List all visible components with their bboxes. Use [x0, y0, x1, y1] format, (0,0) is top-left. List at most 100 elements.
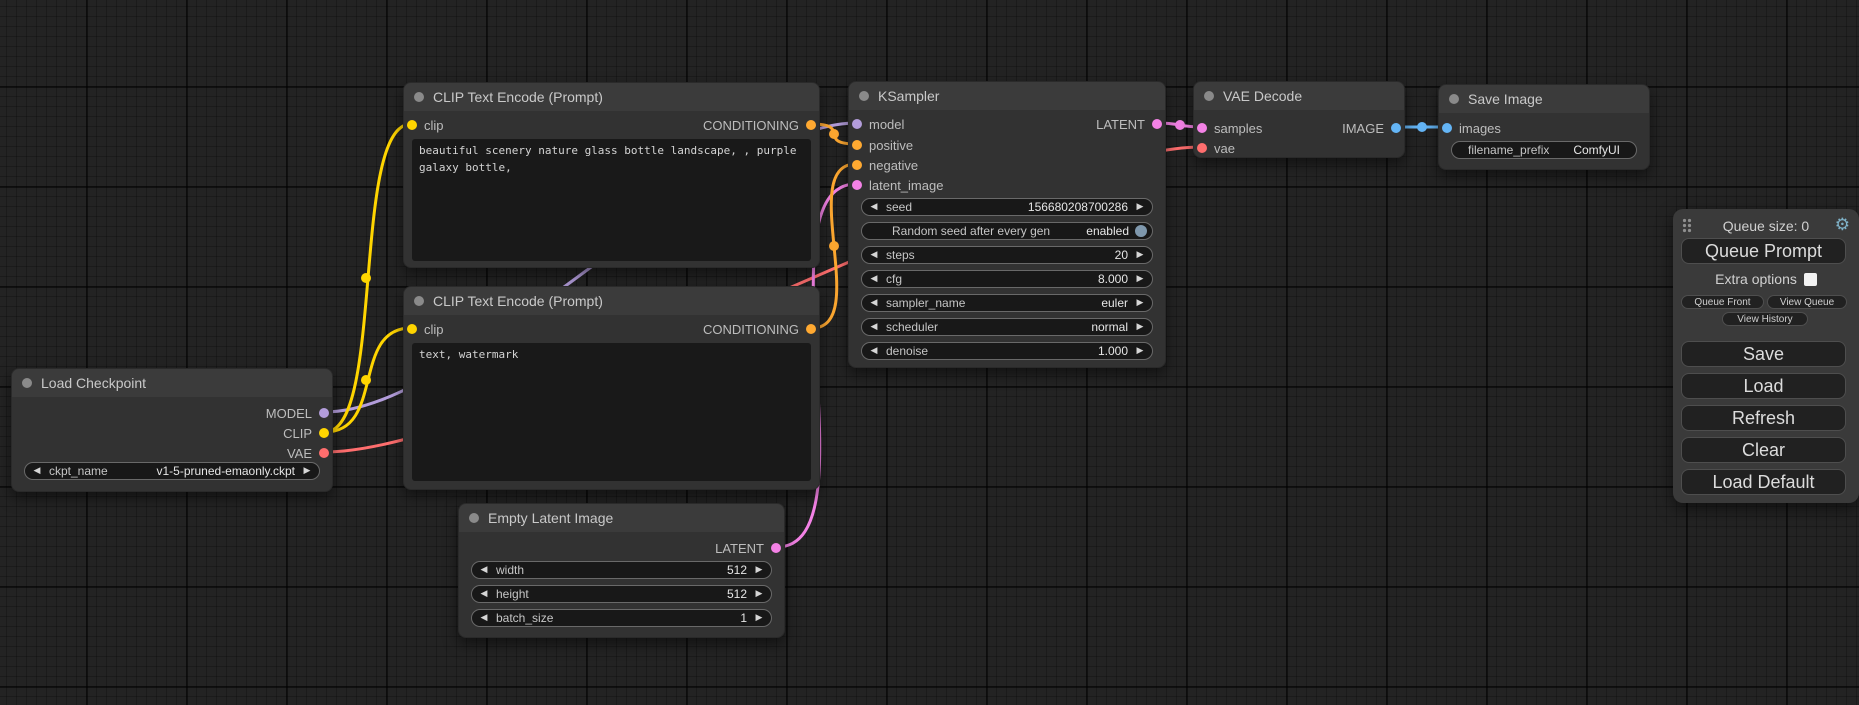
increment-arrow-icon[interactable]: ▶	[747, 562, 771, 578]
widget-label: Random seed after every gen	[892, 224, 1086, 238]
clear-button[interactable]: Clear	[1681, 437, 1846, 463]
decrement-arrow-icon[interactable]: ◀	[472, 586, 496, 602]
node-title-bar[interactable]: Load Checkpoint	[12, 369, 332, 397]
decrement-arrow-icon[interactable]: ◀	[862, 343, 886, 359]
steps-widget[interactable]: ◀ steps 20 ▶	[861, 246, 1153, 264]
queue-prompt-button[interactable]: Queue Prompt	[1681, 238, 1846, 264]
widget-value: 156680208700286	[1028, 200, 1128, 214]
queue-front-button[interactable]: Queue Front	[1681, 295, 1764, 309]
collapse-dot-icon[interactable]	[1449, 94, 1459, 104]
node-ksampler[interactable]: KSampler model positive negative latent_…	[848, 81, 1166, 368]
decrement-arrow-icon[interactable]: ◀	[862, 295, 886, 311]
port-dot-conditioning[interactable]	[852, 160, 862, 170]
node-title-bar[interactable]: Empty Latent Image	[459, 504, 784, 532]
collapse-dot-icon[interactable]	[22, 378, 32, 388]
decrement-arrow-icon[interactable]: ◀	[25, 463, 49, 479]
port-dot-image[interactable]	[1442, 123, 1452, 133]
increment-arrow-icon[interactable]: ▶	[1128, 247, 1152, 263]
node-canvas[interactable]: Load Checkpoint MODEL CLIP VAE ◀ ckpt_na…	[0, 0, 1859, 705]
scheduler-widget[interactable]: ◀ scheduler normal ▶	[861, 318, 1153, 336]
node-title-bar[interactable]: Save Image	[1439, 85, 1649, 113]
widget-label: steps	[886, 248, 1115, 262]
node-load-checkpoint[interactable]: Load Checkpoint MODEL CLIP VAE ◀ ckpt_na…	[11, 368, 333, 492]
decrement-arrow-icon[interactable]: ◀	[472, 610, 496, 626]
collapse-dot-icon[interactable]	[469, 513, 479, 523]
load-default-button[interactable]: Load Default	[1681, 469, 1846, 495]
increment-arrow-icon[interactable]: ▶	[1128, 295, 1152, 311]
port-dot-vae[interactable]	[319, 448, 329, 458]
decrement-arrow-icon[interactable]: ◀	[472, 562, 496, 578]
port-dot-vae[interactable]	[1197, 143, 1207, 153]
link-dot	[361, 375, 371, 385]
node-title-bar[interactable]: KSampler	[849, 82, 1165, 110]
widget-value: 8.000	[1098, 272, 1128, 286]
port-dot-conditioning[interactable]	[806, 324, 816, 334]
port-dot-latent[interactable]	[1197, 123, 1207, 133]
increment-arrow-icon[interactable]: ▶	[1128, 199, 1152, 215]
queue-size-label: Queue size: 0	[1673, 217, 1859, 235]
widget-value: normal	[1091, 320, 1128, 334]
width-widget[interactable]: ◀ width 512 ▶	[471, 561, 772, 579]
port-dot-image[interactable]	[1391, 123, 1401, 133]
increment-arrow-icon[interactable]: ▶	[1128, 271, 1152, 287]
collapse-dot-icon[interactable]	[859, 91, 869, 101]
port-dot-conditioning[interactable]	[806, 120, 816, 130]
height-widget[interactable]: ◀ height 512 ▶	[471, 585, 772, 603]
seed-widget[interactable]: ◀ seed 156680208700286 ▶	[861, 198, 1153, 216]
port-dot-latent[interactable]	[1152, 119, 1162, 129]
positive-prompt-textarea[interactable]: beautiful scenery nature glass bottle la…	[412, 139, 811, 261]
node-vae-decode[interactable]: VAE Decode samples vae IMAGE	[1193, 81, 1405, 158]
increment-arrow-icon[interactable]: ▶	[747, 610, 771, 626]
port-dot-latent[interactable]	[852, 180, 862, 190]
node-clip-text-encode-negative[interactable]: CLIP Text Encode (Prompt) clip CONDITION…	[403, 286, 820, 490]
collapse-dot-icon[interactable]	[414, 92, 424, 102]
refresh-button[interactable]: Refresh	[1681, 405, 1846, 431]
decrement-arrow-icon[interactable]: ◀	[862, 199, 886, 215]
link-dot	[1417, 122, 1427, 132]
filename-prefix-widget[interactable]: filename_prefix ComfyUI	[1451, 141, 1637, 159]
collapse-dot-icon[interactable]	[414, 296, 424, 306]
port-label: positive	[869, 138, 913, 153]
widget-label: filename_prefix	[1468, 143, 1573, 157]
increment-arrow-icon[interactable]: ▶	[747, 586, 771, 602]
node-clip-text-encode-positive[interactable]: CLIP Text Encode (Prompt) clip CONDITION…	[403, 82, 820, 268]
increment-arrow-icon[interactable]: ▶	[1128, 319, 1152, 335]
widget-value: euler	[1101, 296, 1128, 310]
input-positive: positive	[852, 135, 913, 155]
node-title-bar[interactable]: VAE Decode	[1194, 82, 1404, 110]
save-button[interactable]: Save	[1681, 341, 1846, 367]
port-dot-clip[interactable]	[407, 120, 417, 130]
load-button[interactable]: Load	[1681, 373, 1846, 399]
view-history-button[interactable]: View History	[1722, 312, 1808, 326]
collapse-dot-icon[interactable]	[1204, 91, 1214, 101]
port-dot-model[interactable]	[852, 119, 862, 129]
port-dot-model[interactable]	[319, 408, 329, 418]
widget-value: 1	[740, 611, 747, 625]
denoise-widget[interactable]: ◀ denoise 1.000 ▶	[861, 342, 1153, 360]
increment-arrow-icon[interactable]: ▶	[295, 463, 319, 479]
node-title-bar[interactable]: CLIP Text Encode (Prompt)	[404, 83, 819, 111]
batch-size-widget[interactable]: ◀ batch_size 1 ▶	[471, 609, 772, 627]
ckpt-name-widget[interactable]: ◀ ckpt_name v1-5-pruned-emaonly.ckpt ▶	[24, 462, 320, 480]
node-save-image[interactable]: Save Image images filename_prefix ComfyU…	[1438, 84, 1650, 170]
view-queue-button[interactable]: View Queue	[1767, 295, 1847, 309]
extra-options-checkbox[interactable]	[1804, 273, 1817, 286]
port-dot-clip[interactable]	[319, 428, 329, 438]
port-dot-clip[interactable]	[407, 324, 417, 334]
decrement-arrow-icon[interactable]: ◀	[862, 247, 886, 263]
toggle-dot-icon[interactable]	[1135, 225, 1147, 237]
port-dot-conditioning[interactable]	[852, 140, 862, 150]
negative-prompt-textarea[interactable]: text, watermark	[412, 343, 811, 481]
port-dot-latent[interactable]	[771, 543, 781, 553]
sampler-name-widget[interactable]: ◀ sampler_name euler ▶	[861, 294, 1153, 312]
random-seed-toggle-widget[interactable]: Random seed after every gen enabled	[861, 222, 1153, 240]
decrement-arrow-icon[interactable]: ◀	[862, 319, 886, 335]
decrement-arrow-icon[interactable]: ◀	[862, 271, 886, 287]
node-title-bar[interactable]: CLIP Text Encode (Prompt)	[404, 287, 819, 315]
node-title: VAE Decode	[1223, 88, 1302, 104]
node-empty-latent-image[interactable]: Empty Latent Image LATENT ◀ width 512 ▶ …	[458, 503, 785, 638]
cfg-widget[interactable]: ◀ cfg 8.000 ▶	[861, 270, 1153, 288]
increment-arrow-icon[interactable]: ▶	[1128, 343, 1152, 359]
gear-icon[interactable]: ⚙	[1835, 216, 1850, 234]
widget-value: 512	[727, 563, 747, 577]
